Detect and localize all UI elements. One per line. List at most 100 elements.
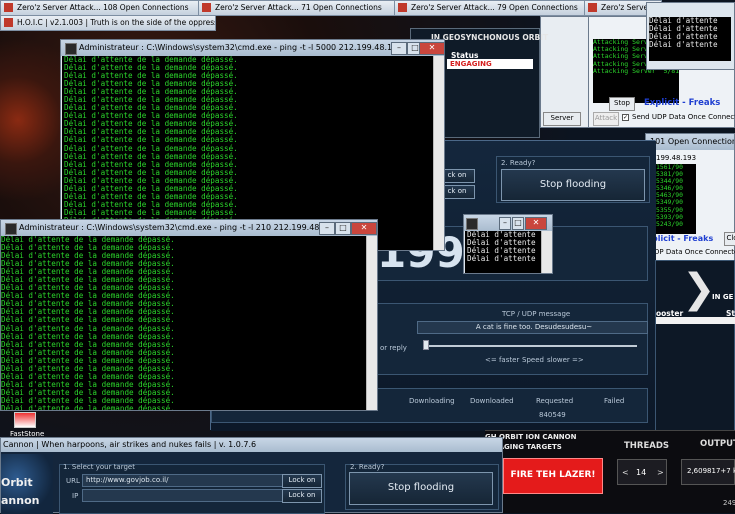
faster-label: <= faster xyxy=(485,356,520,364)
hoic-icon xyxy=(4,18,13,27)
ready-panel-bottom: 2. Ready? Stop flooding xyxy=(345,463,499,510)
udp-checkbox[interactable]: ✓ xyxy=(622,114,629,121)
zeroz-icon xyxy=(398,3,407,12)
message-input[interactable]: A cat is fine too. Desudesudesu~ xyxy=(417,321,648,334)
loic-bottom-titlebar: Cannon | When harpoons, air strikes and … xyxy=(1,438,502,452)
hoic-in-ge: IN GE xyxy=(712,293,734,301)
cmd-second-title: Administrateur : C:\Windows\system32\cmd… xyxy=(19,223,338,232)
task-label: Zero'z Server Attack... 79 Open Connecti… xyxy=(411,3,578,12)
faststone-icon[interactable] xyxy=(14,412,36,428)
server-button[interactable]: Server xyxy=(543,112,581,126)
task-label: H.O.I.C | v2.1.003 | Truth is on the sid… xyxy=(17,18,216,27)
zeroz-icon xyxy=(4,3,13,12)
stop-flooding-button[interactable]: Stop flooding xyxy=(501,169,645,201)
col-downloading: Downloading xyxy=(409,397,455,405)
zeroz-window-101: 101 Open Connections 199.48.193 1561/90 5… xyxy=(645,133,735,263)
minimize-icon[interactable]: – xyxy=(319,222,335,235)
console-line: Délai d'attente xyxy=(649,40,718,50)
cmd-window-second: Administrateur : C:\Windows\system32\cmd… xyxy=(0,219,378,411)
speed-label: Speed xyxy=(522,356,544,364)
task-zeroz-108[interactable]: Zero'z Server Attack... 108 Open Connect… xyxy=(0,0,214,16)
stop-flooding-button-bottom[interactable]: Stop flooding xyxy=(349,472,493,505)
select-target-label: 1. Select your target xyxy=(63,463,135,471)
close-icon[interactable]: ✕ xyxy=(525,217,547,230)
col-failed: Failed xyxy=(604,397,625,405)
cmd-topright-output: Délai d'attente Délai d'attente Délai d'at… xyxy=(649,17,731,61)
desktop-nebula xyxy=(0,20,60,220)
attack-options-panel: TCP / UDP message A cat is fine too. Des… xyxy=(376,303,648,375)
hoic-side-window: ❯ IN GE ooster St xyxy=(655,260,735,435)
zeroz-101-ip: 199.48.193 xyxy=(656,154,697,162)
close-button[interactable]: Clo xyxy=(724,232,735,246)
threads-label: THREADS xyxy=(624,441,670,451)
zeroz-101-titlebar: 101 Open Connections xyxy=(646,134,734,150)
cmd-second-output: Délai d'attente de la demande dépassé. Dé… xyxy=(1,236,367,410)
ready-label: 2. Ready? xyxy=(501,159,536,167)
task-label: Zero'z Server Attack... 71 Open Connecti… xyxy=(215,3,382,12)
lock-on-url-button[interactable]: Lock on xyxy=(282,474,322,488)
logo-line1: Orbit xyxy=(1,476,33,489)
stop-button[interactable]: Stop xyxy=(609,97,635,111)
zeroz-icon xyxy=(202,3,211,12)
tcp-udp-label: TCP / UDP message xyxy=(502,310,571,318)
console-line: Délai d'attente de la demande dépassé. xyxy=(1,403,175,410)
cmd-icon xyxy=(5,223,17,235)
speed-slider-track[interactable] xyxy=(425,345,637,347)
loic-bottom-window: Cannon | When harpoons, air strikes and … xyxy=(0,437,503,514)
udp-checkbox-label: Send UDP Data Once Connected xyxy=(632,113,735,121)
loic-bottom-title: Cannon | When harpoons, air strikes and … xyxy=(3,440,257,449)
minimize-icon[interactable]: – xyxy=(391,42,407,55)
hoic-bottom-window: GH ORBIT ION CANNON NGAGING TARGETS THRE… xyxy=(485,430,735,513)
close-icon[interactable]: ✕ xyxy=(351,222,377,235)
output-label: OUTPUT xyxy=(700,439,735,449)
slower-label: slower => xyxy=(547,356,584,364)
threads-increase-icon[interactable]: > xyxy=(657,468,664,477)
cmd-small-scrollbar[interactable] xyxy=(541,231,552,273)
maximize-icon[interactable]: □ xyxy=(335,222,351,235)
zeroz-icon xyxy=(588,3,597,12)
brand-label: Explicit - Freaks xyxy=(644,98,721,108)
speed-slider-thumb[interactable] xyxy=(423,340,429,350)
cmd-main-title: Administrateur : C:\Windows\system32\cmd… xyxy=(79,43,403,52)
cmd-icon xyxy=(466,218,478,230)
lock-on-ip-button[interactable]: Lock on xyxy=(282,489,322,503)
hoic-status-value: ENGAGING xyxy=(447,59,533,69)
logo-line2: annon xyxy=(1,494,40,507)
cmd-main-scrollbar[interactable] xyxy=(433,56,444,250)
task-label: Zero'z Server Attack... 108 Open Connect… xyxy=(17,3,189,12)
url-input[interactable]: http://www.govjob.co.il/ xyxy=(82,474,283,487)
reply-label: or reply xyxy=(380,344,407,352)
attack-log-line: 5243/90 xyxy=(656,219,683,228)
cmd-window-small: – □ ✕ Délai d'attente Délai d'attente Déla… xyxy=(463,214,553,274)
console-line: Délai d'attente xyxy=(467,254,536,264)
attack-button[interactable]: Attack xyxy=(593,112,619,126)
threads-decrease-icon[interactable]: < xyxy=(622,468,629,477)
hoic-white-row xyxy=(656,317,735,324)
ready-label-bottom: 2. Ready? xyxy=(350,463,385,471)
udp-label-2: DP Data Once Connected xyxy=(654,248,735,256)
cmd-second-scrollbar[interactable] xyxy=(366,236,377,410)
cmd-main-titlebar: Administrateur : C:\Windows\system32\cmd… xyxy=(61,40,444,56)
cmd-topright: Délai d'attente Délai d'attente Délai d'at… xyxy=(646,2,735,70)
requested-value: 840549 xyxy=(539,411,566,419)
task-hoic[interactable]: H.O.I.C | v2.1.003 | Truth is on the sid… xyxy=(0,15,216,31)
url-label: URL xyxy=(66,477,80,485)
ready-panel: 2. Ready? Stop flooding xyxy=(496,156,650,203)
cmd-small-output: Délai d'attente Délai d'attente Délai d'at… xyxy=(465,231,543,273)
task-zeroz-71[interactable]: Zero'z Server Attack... 71 Open Connecti… xyxy=(198,0,410,16)
ip-input[interactable] xyxy=(82,489,283,502)
task-zeroz-79[interactable]: Zero'z Server Attack... 79 Open Connecti… xyxy=(394,0,600,16)
next-arrow-icon[interactable]: ❯ xyxy=(682,269,716,309)
threads-value: 14 xyxy=(636,468,647,477)
zeroz-101-log: 1561/90 5381/90 5344/90 5346/90 5463/90 5349/… xyxy=(656,164,696,234)
select-target-panel: 1. Select your target URL http://www.gov… xyxy=(59,463,325,514)
output-value: 2,609817+7 k xyxy=(687,467,735,475)
hoic-orbit-label: IN GEOSYNCHONOUS ORBIT xyxy=(431,33,549,42)
fire-lazer-button[interactable]: FIRE TEH LAZER! xyxy=(503,458,603,494)
brand-label-2: plicit - Freaks xyxy=(652,234,714,243)
ip-label: IP xyxy=(72,492,79,500)
minimize-icon[interactable]: – xyxy=(499,217,511,230)
corner-number: 249 xyxy=(723,499,735,507)
maximize-icon[interactable]: □ xyxy=(512,217,524,230)
close-icon[interactable]: ✕ xyxy=(419,42,445,55)
